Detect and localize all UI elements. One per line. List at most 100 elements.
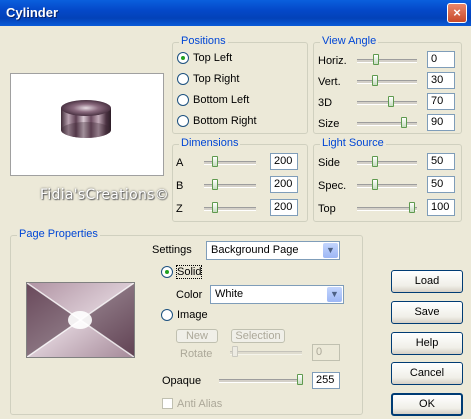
radio-circle[interactable] <box>161 309 173 321</box>
opaque-field[interactable]: 255 <box>312 372 340 389</box>
anti-alias-checkbox[interactable] <box>162 398 173 409</box>
opaque-label: Opaque <box>162 375 202 387</box>
slider-track <box>219 379 303 383</box>
settings-label: Settings <box>152 244 192 256</box>
help-button[interactable]: Help <box>391 332 463 355</box>
rotate-label: Rotate <box>180 348 213 360</box>
chevron-down-icon[interactable]: ▼ <box>323 243 338 258</box>
position-bottom-right-radio[interactable]: Bottom Right <box>177 115 257 127</box>
slider-thumb[interactable] <box>212 156 218 167</box>
light-source-slider[interactable] <box>357 178 417 192</box>
rotate-slider[interactable] <box>230 345 302 359</box>
positions-title: Positions <box>179 35 228 47</box>
slider-thumb[interactable] <box>388 96 394 107</box>
radio-circle[interactable] <box>177 115 189 127</box>
slider-thumb[interactable] <box>372 179 378 190</box>
close-button[interactable]: × <box>447 3 467 23</box>
color-select[interactable]: White ▼ <box>210 285 344 304</box>
color-label: Color <box>176 289 203 301</box>
selection-button[interactable]: Selection <box>231 329 285 343</box>
slider-track <box>357 101 417 105</box>
position-bottom-left-radio[interactable]: Bottom Left <box>177 94 249 106</box>
slider-thumb[interactable] <box>297 374 303 385</box>
dimensions-title: Dimensions <box>179 137 241 149</box>
slider-thumb[interactable] <box>401 117 407 128</box>
view-angle-label: Horiz. <box>318 55 347 67</box>
slider-thumb[interactable] <box>372 156 378 167</box>
rotate-field[interactable]: 0 <box>312 344 340 361</box>
radio-label: Solid <box>175 265 203 279</box>
slider-thumb[interactable] <box>373 54 379 65</box>
light-source-field[interactable]: 50 <box>427 153 455 170</box>
light-source-label: Spec. <box>318 180 347 192</box>
dimension-label: Z <box>176 203 183 215</box>
cancel-button[interactable]: Cancel <box>391 362 463 385</box>
color-value: White <box>215 288 244 300</box>
view-angle-slider[interactable] <box>357 53 417 67</box>
window-title: Cylinder <box>6 5 59 20</box>
light-source-field[interactable]: 100 <box>427 199 455 216</box>
radio-label: Top Left <box>193 52 233 64</box>
view-angle-field[interactable]: 90 <box>427 114 455 131</box>
dimension-label: A <box>176 157 184 169</box>
title-bar: Cylinder × <box>0 0 471 26</box>
light-source-label: Top <box>318 203 336 215</box>
dimension-field[interactable]: 200 <box>270 153 298 170</box>
slider-thumb[interactable] <box>232 346 238 357</box>
view-angle-slider[interactable] <box>357 74 417 88</box>
slider-track <box>357 207 417 211</box>
radio-circle[interactable] <box>177 52 189 64</box>
cylinder-preview-image <box>61 100 111 138</box>
light-source-slider[interactable] <box>357 155 417 169</box>
dimension-field[interactable]: 200 <box>270 199 298 216</box>
opaque-slider[interactable] <box>219 373 303 387</box>
ok-button[interactable]: OK <box>391 393 463 416</box>
image-radio[interactable]: Image <box>161 309 208 321</box>
slider-thumb[interactable] <box>372 75 378 86</box>
page-properties-title: Page Properties <box>17 228 100 240</box>
radio-circle[interactable] <box>177 73 189 85</box>
radio-label: Image <box>177 309 208 321</box>
slider-track <box>357 122 417 126</box>
dimension-slider[interactable] <box>204 178 256 192</box>
view-angle-field[interactable]: 30 <box>427 72 455 89</box>
settings-select[interactable]: Background Page ▼ <box>206 241 340 260</box>
view-angle-label: Vert. <box>318 76 341 88</box>
new-button[interactable]: New <box>176 329 218 343</box>
radio-label: Top Right <box>193 73 240 85</box>
dimension-field[interactable]: 200 <box>270 176 298 193</box>
radio-label: Bottom Left <box>193 94 250 106</box>
dimension-slider[interactable] <box>204 155 256 169</box>
background-page-preview <box>26 282 135 358</box>
light-source-slider[interactable] <box>357 201 417 215</box>
save-button[interactable]: Save <box>391 301 463 324</box>
chevron-down-icon[interactable]: ▼ <box>327 287 342 302</box>
load-button[interactable]: Load <box>391 270 463 293</box>
solid-radio[interactable]: Solid <box>161 265 203 279</box>
slider-track <box>357 161 417 165</box>
settings-value: Background Page <box>211 244 299 256</box>
view-angle-field[interactable]: 70 <box>427 93 455 110</box>
view-angle-label: Size <box>318 118 340 130</box>
view-angle-title: View Angle <box>320 35 379 47</box>
slider-thumb[interactable] <box>212 179 218 190</box>
radio-circle[interactable] <box>161 266 173 278</box>
radio-label: Bottom Right <box>193 115 257 127</box>
dimension-slider[interactable] <box>204 201 256 215</box>
view-angle-field[interactable]: 0 <box>427 51 455 68</box>
position-top-right-radio[interactable]: Top Right <box>177 73 239 85</box>
position-top-left-radio[interactable]: Top Left <box>177 52 232 64</box>
radio-circle[interactable] <box>177 94 189 106</box>
light-source-field[interactable]: 50 <box>427 176 455 193</box>
view-angle-slider[interactable] <box>357 116 417 130</box>
slider-thumb[interactable] <box>212 202 218 213</box>
light-source-title: Light Source <box>320 137 386 149</box>
close-icon: × <box>453 5 461 20</box>
dimension-label: B <box>176 180 184 192</box>
view-angle-slider[interactable] <box>357 95 417 109</box>
page-pattern-image <box>27 283 134 357</box>
slider-thumb[interactable] <box>409 202 415 213</box>
anti-alias-label: Anti Alias <box>177 398 223 410</box>
slider-track <box>230 351 302 355</box>
light-source-label: Side <box>318 157 341 169</box>
